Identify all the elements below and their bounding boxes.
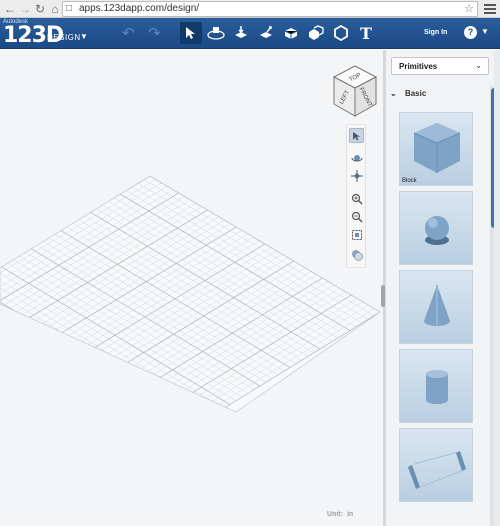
fit-view-icon[interactable] [349,227,364,242]
address-bar[interactable]: □ apps.123dapp.com/design/ ☆ [62,1,478,17]
select-mode-icon[interactable] [349,128,364,143]
browser-menu-icon[interactable] [483,2,497,16]
unit-indicator[interactable]: Unit: in [327,511,353,518]
transform-tool-icon[interactable] [205,22,227,44]
zoom-out-icon[interactable] [349,209,364,224]
reload-icon[interactable]: ↻ [33,2,47,16]
app-toolbar: Autodesk 123D DESIGN ▼ ↶ ↷ T Sign In ? ▼ [0,18,500,49]
select-tool-icon[interactable] [180,22,202,44]
parts-panel: Primitives ⌄ ⌄ Basic Block [386,50,500,526]
page-icon: □ [66,3,73,14]
chevron-down-icon[interactable]: ▼ [481,27,489,36]
window-edge [494,50,500,526]
bookmark-star-icon[interactable]: ☆ [464,2,474,15]
design-canvas[interactable]: TOP LEFT FRONT Unit: in [0,50,383,526]
brand-design: DESIGN [47,33,81,42]
combine-tool-icon[interactable] [305,22,327,44]
chevron-down-icon: ⌄ [475,61,482,70]
chevron-down-icon[interactable]: ▼ [80,32,88,41]
primitive-cylinder[interactable] [399,349,473,423]
cylinder-icon [426,370,448,404]
home-icon[interactable]: ⌂ [48,2,62,16]
panel-collapse-handle[interactable] [381,285,385,307]
zoom-in-icon[interactable] [349,191,364,206]
measure-tool-icon[interactable] [330,22,352,44]
snap-tool-icon[interactable] [230,22,252,44]
back-arrow-icon[interactable]: ← [3,2,17,16]
primitive-sphere[interactable] [399,191,473,265]
library-dropdown-value: Primitives [399,62,438,71]
unit-label: Unit: [327,511,343,518]
bracket-icon [408,451,466,489]
url-text: apps.123dapp.com/design/ [79,3,200,14]
text-tool-icon[interactable]: T [355,22,377,44]
workplane-grid[interactable] [0,50,383,526]
material-view-icon[interactable] [349,247,364,262]
primitive-block[interactable]: Block [399,112,473,186]
orbit-icon[interactable] [349,150,364,165]
unit-value[interactable]: in [347,511,353,518]
box-icon [413,123,461,173]
primitive-cone[interactable] [399,270,473,344]
section-header-basic[interactable]: ⌄ Basic [390,89,426,98]
undo-icon[interactable]: ↶ [122,24,135,42]
sphere-icon [425,216,449,245]
primitive-label: Block [402,178,417,184]
sign-in-link[interactable]: Sign In [424,29,447,36]
redo-icon[interactable]: ↷ [148,24,161,42]
view-cube[interactable]: TOP LEFT FRONT [330,64,380,125]
construct-tool-icon[interactable] [255,22,277,44]
library-dropdown[interactable]: Primitives ⌄ [391,57,489,75]
section-title: Basic [404,89,427,98]
chevron-down-icon: ⌄ [390,89,397,98]
cone-icon [424,285,450,326]
pan-icon[interactable] [349,168,364,183]
help-icon[interactable]: ? [464,26,477,39]
browser-toolbar: ← → ↻ ⌂ □ apps.123dapp.com/design/ ☆ [0,0,500,18]
forward-arrow-icon[interactable]: → [18,2,32,16]
primitive-bracket[interactable] [399,428,473,502]
navigation-bar [346,124,366,268]
modify-tool-icon[interactable] [280,22,302,44]
